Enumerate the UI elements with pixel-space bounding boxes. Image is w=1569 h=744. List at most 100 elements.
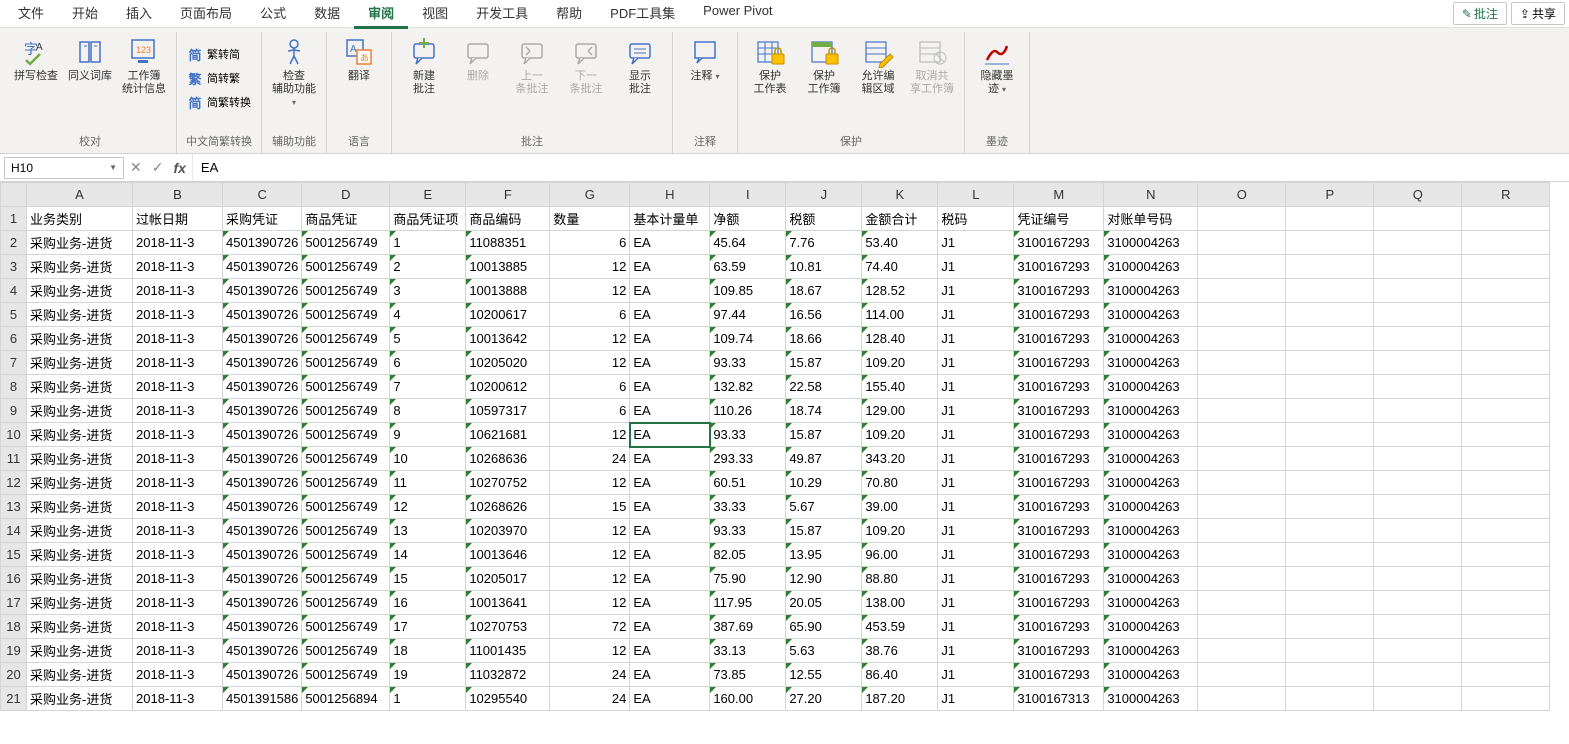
cell[interactable] bbox=[1286, 399, 1374, 423]
row-header[interactable]: 18 bbox=[1, 615, 27, 639]
cn-convert-button[interactable]: 简简繁转换 bbox=[183, 90, 255, 114]
cell[interactable]: 4501390726 bbox=[223, 615, 302, 639]
cell[interactable]: 10205017 bbox=[466, 567, 550, 591]
cell[interactable]: J1 bbox=[938, 279, 1014, 303]
cell[interactable]: 12 bbox=[550, 567, 630, 591]
cell[interactable]: 2018-11-3 bbox=[133, 375, 223, 399]
cell[interactable]: 5001256749 bbox=[302, 327, 390, 351]
menu-开发工具[interactable]: 开发工具 bbox=[462, 0, 542, 29]
cell[interactable]: 4501390726 bbox=[223, 663, 302, 687]
column-header-H[interactable]: H bbox=[630, 183, 710, 207]
cell[interactable]: 4501390726 bbox=[223, 519, 302, 543]
cell[interactable] bbox=[1286, 447, 1374, 471]
cell[interactable]: EA bbox=[630, 447, 710, 471]
cell[interactable]: 3100167293 bbox=[1014, 279, 1104, 303]
cell[interactable]: 采购业务-进货 bbox=[27, 615, 133, 639]
cell[interactable]: 3100167293 bbox=[1014, 663, 1104, 687]
cell[interactable]: 3100167293 bbox=[1014, 471, 1104, 495]
cell[interactable] bbox=[1198, 327, 1286, 351]
cell[interactable]: 13 bbox=[390, 519, 466, 543]
cell[interactable]: 4501391586 bbox=[223, 687, 302, 711]
header-cell[interactable] bbox=[1198, 207, 1286, 231]
cell[interactable]: 3100167293 bbox=[1014, 375, 1104, 399]
cell[interactable]: 1 bbox=[390, 687, 466, 711]
cell[interactable]: 3100004263 bbox=[1104, 687, 1198, 711]
cell[interactable]: 2018-11-3 bbox=[133, 231, 223, 255]
cell[interactable] bbox=[1462, 279, 1550, 303]
cell[interactable]: 2018-11-3 bbox=[133, 303, 223, 327]
cell[interactable]: 4501390726 bbox=[223, 495, 302, 519]
cell[interactable]: J1 bbox=[938, 351, 1014, 375]
cell[interactable]: 74.40 bbox=[862, 255, 938, 279]
cell[interactable]: 2018-11-3 bbox=[133, 543, 223, 567]
cell[interactable]: 10013646 bbox=[466, 543, 550, 567]
cell[interactable]: 3100167293 bbox=[1014, 639, 1104, 663]
cell[interactable] bbox=[1198, 255, 1286, 279]
cell[interactable] bbox=[1198, 303, 1286, 327]
header-cell[interactable]: 业务类别 bbox=[27, 207, 133, 231]
cell[interactable]: 10200617 bbox=[466, 303, 550, 327]
cell[interactable]: 12 bbox=[550, 255, 630, 279]
cell[interactable]: 5001256894 bbox=[302, 687, 390, 711]
cell[interactable]: EA bbox=[630, 543, 710, 567]
cell[interactable] bbox=[1286, 519, 1374, 543]
cell[interactable]: 24 bbox=[550, 687, 630, 711]
column-header-J[interactable]: J bbox=[786, 183, 862, 207]
column-header-P[interactable]: P bbox=[1286, 183, 1374, 207]
column-header-L[interactable]: L bbox=[938, 183, 1014, 207]
menu-开始[interactable]: 开始 bbox=[58, 0, 112, 29]
menu-Power Pivot[interactable]: Power Pivot bbox=[689, 0, 786, 29]
cell[interactable]: 3100167293 bbox=[1014, 255, 1104, 279]
cell[interactable]: 3100167313 bbox=[1014, 687, 1104, 711]
cell[interactable] bbox=[1374, 687, 1462, 711]
cell[interactable]: J1 bbox=[938, 519, 1014, 543]
cell[interactable]: 5001256749 bbox=[302, 639, 390, 663]
cell[interactable]: 采购业务-进货 bbox=[27, 279, 133, 303]
cell[interactable] bbox=[1286, 423, 1374, 447]
row-header[interactable]: 2 bbox=[1, 231, 27, 255]
menu-数据[interactable]: 数据 bbox=[300, 0, 354, 29]
cell[interactable]: 12 bbox=[550, 423, 630, 447]
cell[interactable]: EA bbox=[630, 351, 710, 375]
cell[interactable]: 6 bbox=[550, 375, 630, 399]
cell[interactable]: EA bbox=[630, 231, 710, 255]
menu-公式[interactable]: 公式 bbox=[246, 0, 300, 29]
cell[interactable] bbox=[1374, 231, 1462, 255]
cell[interactable]: 3100004263 bbox=[1104, 567, 1198, 591]
cell[interactable]: 93.33 bbox=[710, 423, 786, 447]
cell[interactable]: EA bbox=[630, 639, 710, 663]
header-cell[interactable] bbox=[1374, 207, 1462, 231]
header-cell[interactable]: 采购凭证 bbox=[223, 207, 302, 231]
cell[interactable]: 60.51 bbox=[710, 471, 786, 495]
protect-book-button[interactable]: 保护工作簿 bbox=[798, 32, 850, 124]
column-header-I[interactable]: I bbox=[710, 183, 786, 207]
row-header[interactable]: 5 bbox=[1, 303, 27, 327]
cell[interactable]: 33.33 bbox=[710, 495, 786, 519]
cell[interactable]: 109.20 bbox=[862, 519, 938, 543]
cell[interactable]: 33.13 bbox=[710, 639, 786, 663]
cell[interactable]: 7.76 bbox=[786, 231, 862, 255]
cell[interactable] bbox=[1374, 279, 1462, 303]
cell[interactable]: 128.52 bbox=[862, 279, 938, 303]
cell[interactable]: 3100167293 bbox=[1014, 447, 1104, 471]
notes-button[interactable]: 注释 ▾ bbox=[679, 32, 731, 124]
cell[interactable]: 12 bbox=[550, 591, 630, 615]
cell[interactable] bbox=[1462, 327, 1550, 351]
cell[interactable]: 3 bbox=[390, 279, 466, 303]
cell[interactable]: 3100004263 bbox=[1104, 399, 1198, 423]
cell[interactable]: 5001256749 bbox=[302, 543, 390, 567]
cell[interactable]: 18.67 bbox=[786, 279, 862, 303]
cell[interactable] bbox=[1462, 639, 1550, 663]
cell[interactable]: 3100167293 bbox=[1014, 423, 1104, 447]
cell[interactable]: J1 bbox=[938, 375, 1014, 399]
cell[interactable]: 10203970 bbox=[466, 519, 550, 543]
cell[interactable] bbox=[1374, 663, 1462, 687]
row-header[interactable]: 20 bbox=[1, 663, 27, 687]
column-header-A[interactable]: A bbox=[27, 183, 133, 207]
name-box[interactable]: H10 ▼ bbox=[4, 157, 124, 179]
cell[interactable]: EA bbox=[630, 663, 710, 687]
cell[interactable] bbox=[1462, 471, 1550, 495]
cell[interactable]: 10 bbox=[390, 447, 466, 471]
cell[interactable]: 2018-11-3 bbox=[133, 423, 223, 447]
cell[interactable] bbox=[1462, 447, 1550, 471]
